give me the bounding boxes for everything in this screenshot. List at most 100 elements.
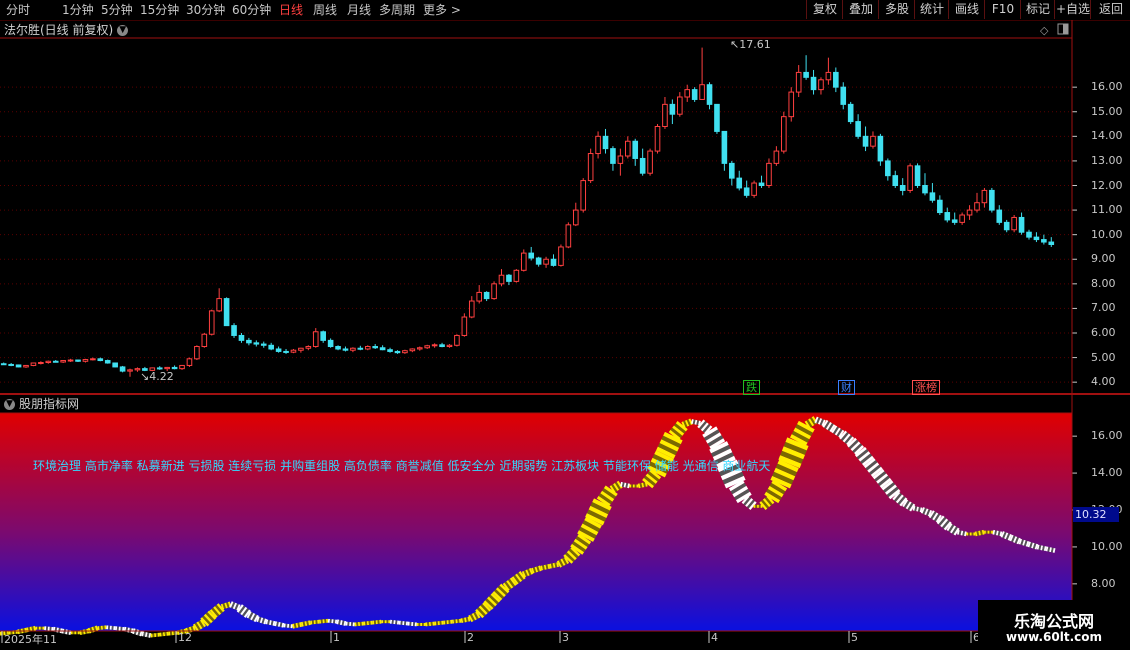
ribbon-segment bbox=[192, 625, 196, 632]
ribbon-segment bbox=[1031, 542, 1035, 549]
ribbon-segment bbox=[759, 501, 768, 511]
ribbon-segment bbox=[886, 486, 899, 498]
current-value-tag: 10.32 bbox=[1073, 507, 1119, 522]
diamond-icon[interactable]: ◇ bbox=[1040, 24, 1049, 37]
ribbon-segment bbox=[647, 471, 660, 482]
candle-body bbox=[30, 362, 37, 366]
candle-body bbox=[67, 359, 74, 362]
ribbon-segment bbox=[699, 421, 708, 430]
marker-rise-list[interactable]: 涨榜 bbox=[912, 380, 940, 395]
ribbon-segment bbox=[789, 434, 808, 446]
ribbon-segment bbox=[877, 475, 890, 486]
ribbon-segment bbox=[724, 475, 746, 489]
ribbon-segment bbox=[558, 559, 564, 567]
x-tick-label: 2025年11 bbox=[4, 633, 57, 646]
ribbon-segment bbox=[248, 612, 254, 620]
ribbon-segment bbox=[1009, 534, 1014, 542]
ribbon-segment bbox=[909, 503, 916, 512]
candle-body bbox=[194, 346, 200, 360]
ribbon-segment bbox=[809, 417, 816, 426]
ribbon-segment bbox=[570, 543, 585, 555]
candle-body bbox=[357, 347, 364, 350]
ribbon-segment bbox=[488, 594, 499, 605]
ribbon-segment bbox=[764, 496, 773, 506]
ribbon-segment bbox=[1004, 532, 1009, 540]
ribbon-segment bbox=[948, 524, 955, 533]
ribbon-segment bbox=[511, 576, 519, 585]
ribbon-segment bbox=[860, 453, 873, 464]
ribbon-segment bbox=[516, 572, 524, 581]
ribbon-segment bbox=[663, 431, 683, 445]
candle-body bbox=[275, 348, 282, 352]
ribbon-segment bbox=[1016, 537, 1021, 545]
candle-body bbox=[840, 86, 847, 105]
candle-body bbox=[350, 347, 356, 351]
ribbon-segment bbox=[220, 603, 225, 610]
ribbon-segment bbox=[482, 602, 492, 612]
ribbon-segment bbox=[899, 497, 908, 507]
ribbon-segment bbox=[1005, 533, 1011, 540]
candle-body bbox=[439, 344, 445, 348]
ribbon-segment bbox=[836, 428, 843, 437]
marker-drop[interactable]: 跌 bbox=[743, 380, 760, 395]
ribbon-segment bbox=[927, 510, 933, 517]
ribbon-segment bbox=[732, 485, 749, 498]
candle-body bbox=[75, 359, 81, 362]
ribbon-segment bbox=[885, 484, 897, 495]
ribbon-segment bbox=[817, 418, 823, 425]
ribbon-segment bbox=[791, 430, 810, 443]
candle-body bbox=[246, 339, 252, 344]
ribbon-segment bbox=[91, 626, 95, 633]
candle-body bbox=[810, 76, 817, 91]
marker-finance[interactable]: 财 bbox=[838, 380, 855, 395]
y-tick-label: 12.00 bbox=[1091, 178, 1123, 192]
ribbon-segment bbox=[854, 446, 867, 458]
candle-body bbox=[766, 162, 772, 186]
ribbon-segment bbox=[950, 525, 957, 534]
ribbon-segment bbox=[852, 443, 863, 453]
ribbon-segment bbox=[704, 425, 713, 435]
candle-body bbox=[379, 347, 386, 351]
x-tick-label: 4 bbox=[711, 631, 718, 644]
indicator-y-tick-label: 16.00 bbox=[1091, 429, 1123, 443]
candle-body bbox=[1011, 216, 1017, 231]
ribbon-segment bbox=[229, 601, 234, 608]
watermark: 乐淘公式网 www.60lt.com bbox=[978, 600, 1130, 650]
ribbon-segment bbox=[778, 455, 802, 469]
ribbon-segment bbox=[603, 485, 618, 497]
candle-body bbox=[929, 192, 936, 201]
ribbon-segment bbox=[577, 530, 595, 542]
x-tick-label: 12 bbox=[178, 631, 192, 644]
ribbon-segment bbox=[683, 420, 688, 428]
candle-body bbox=[461, 316, 468, 336]
candle-body bbox=[1026, 231, 1032, 238]
ribbon-segment bbox=[251, 613, 257, 622]
candle-body bbox=[543, 258, 549, 265]
ribbon-segment bbox=[770, 475, 792, 489]
ribbon-segment bbox=[258, 616, 262, 623]
ribbon-segment bbox=[562, 557, 568, 565]
ribbon-segment bbox=[575, 536, 590, 547]
candle-body bbox=[781, 116, 787, 152]
ribbon-segment bbox=[704, 429, 720, 441]
candle-body bbox=[179, 364, 185, 370]
y-tick-label: 15.00 bbox=[1091, 104, 1123, 118]
ribbon-segment bbox=[839, 430, 848, 440]
ribbon-segment bbox=[518, 571, 526, 580]
ribbon-segment bbox=[572, 541, 586, 553]
candle-body bbox=[520, 252, 527, 271]
candle-body bbox=[751, 182, 757, 196]
ribbon-segment bbox=[560, 558, 566, 566]
candle-body bbox=[736, 177, 743, 189]
ribbon-segment bbox=[1029, 542, 1033, 548]
ribbon-segment bbox=[848, 439, 859, 450]
ribbon-segment bbox=[783, 441, 807, 455]
ribbon-segment bbox=[854, 445, 865, 455]
ribbon-segment bbox=[746, 499, 755, 509]
ribbon-segment bbox=[825, 422, 832, 430]
indicator-y-tick-label: 10.00 bbox=[1091, 539, 1123, 553]
chart-canvas[interactable]: ◇ bbox=[0, 0, 1130, 650]
candle-body bbox=[483, 291, 490, 300]
ribbon-segment bbox=[777, 459, 799, 473]
ribbon-segment bbox=[642, 477, 655, 489]
